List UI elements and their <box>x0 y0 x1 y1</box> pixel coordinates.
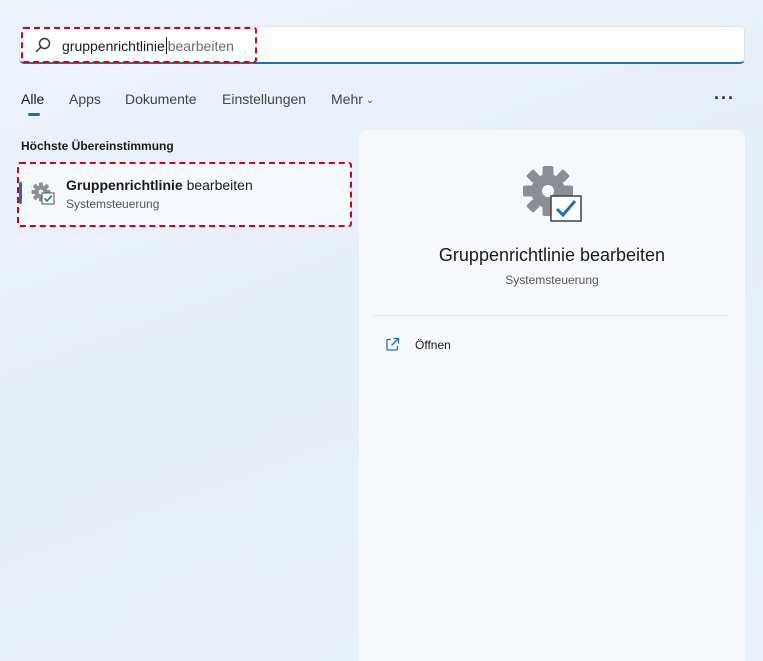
tab-mehr[interactable]: Mehr ⌄ <box>331 91 374 107</box>
search-typed-text: gruppenrichtlinie <box>62 38 165 54</box>
tab-label: Alle <box>21 91 45 107</box>
search-icon <box>35 37 51 53</box>
result-title-rest: bearbeiten <box>186 177 253 193</box>
tab-label: Dokumente <box>125 91 197 107</box>
selection-indicator <box>19 182 22 204</box>
tab-label: Einstellungen <box>222 91 307 107</box>
detail-title: Gruppenrichtlinie bearbeiten <box>438 245 666 265</box>
text-caret <box>165 37 167 54</box>
chevron-down-icon: ⌄ <box>365 95 375 106</box>
divider <box>373 315 729 316</box>
detail-subtitle: Systemsteuerung <box>505 273 599 287</box>
tab-dokumente[interactable]: Dokumente <box>125 91 197 107</box>
search-input[interactable]: gruppenrichtlinie bearbeiten <box>62 37 234 54</box>
result-title: Gruppenrichtlinie bearbeiten <box>66 177 253 193</box>
result-subtitle: Systemsteuerung <box>66 197 160 211</box>
tab-label: Mehr <box>331 91 363 107</box>
search-suggestion-text: bearbeiten <box>167 38 234 54</box>
open-action-label: Öffnen <box>415 338 451 352</box>
tab-alle[interactable]: Alle <box>21 91 45 116</box>
tab-label: Apps <box>69 91 101 107</box>
result-title-match: Gruppenrichtlinie <box>66 177 183 193</box>
best-match-result[interactable]: Gruppenrichtlinie bearbeiten Systemsteue… <box>18 163 351 226</box>
more-options-button[interactable]: ··· <box>714 88 735 109</box>
open-external-icon <box>386 337 400 351</box>
detail-panel: Gruppenrichtlinie bearbeiten Systemsteue… <box>359 130 745 661</box>
active-tab-indicator <box>28 113 40 116</box>
tab-apps[interactable]: Apps <box>69 91 101 107</box>
tab-einstellungen[interactable]: Einstellungen <box>222 91 306 107</box>
gear-check-icon <box>523 166 582 222</box>
gear-check-icon <box>31 182 55 205</box>
search-box[interactable]: gruppenrichtlinie bearbeiten <box>19 26 745 64</box>
best-match-heading: Höchste Übereinstimmung <box>21 139 174 153</box>
